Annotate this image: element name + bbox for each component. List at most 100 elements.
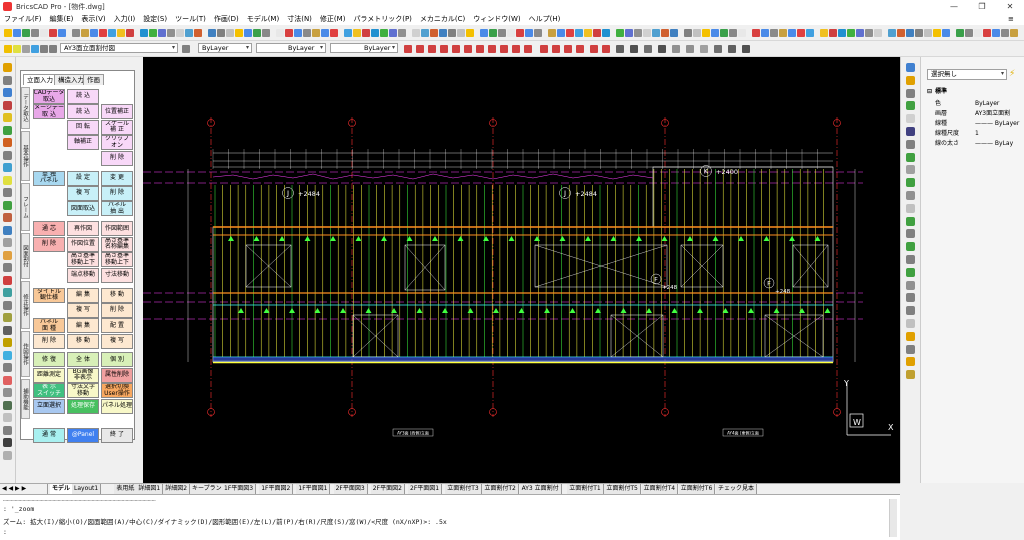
quick-select-icon[interactable]: ⚡: [1009, 69, 1015, 79]
modify-tool-icon[interactable]: [906, 344, 915, 354]
toolbar-icon[interactable]: [416, 45, 424, 53]
panel-button[interactable]: 属性削除: [101, 367, 133, 383]
panel-button[interactable]: 位置補正: [101, 104, 133, 120]
toolbar-icon[interactable]: [992, 29, 1000, 37]
layout-tab[interactable]: モデル: [50, 484, 74, 494]
modify-tool-icon[interactable]: [906, 63, 915, 72]
toolbar-icon[interactable]: [593, 29, 601, 37]
toolbar-icon[interactable]: [797, 29, 805, 37]
tool-icon[interactable]: [3, 413, 12, 422]
toolbar-icon[interactable]: [602, 45, 610, 53]
modify-tool-icon[interactable]: [906, 306, 915, 316]
modify-tool-icon[interactable]: [906, 280, 915, 290]
toolbar-icon[interactable]: [167, 29, 175, 37]
menu-item[interactable]: ウィンドウ(W): [473, 14, 520, 24]
layout-tab[interactable]: 立面割付T2: [482, 484, 519, 494]
panel-button[interactable]: 通 常: [33, 427, 65, 443]
panel-side-tab[interactable]: 補助機能: [21, 379, 30, 419]
toolbar-icon[interactable]: [40, 29, 48, 37]
toolbar-icon[interactable]: [700, 45, 708, 53]
toolbar-icon[interactable]: [500, 45, 508, 53]
toolbar-icon[interactable]: [702, 29, 710, 37]
tool-icon[interactable]: [3, 325, 12, 335]
toolbar-icon[interactable]: [540, 45, 548, 53]
selection-dropdown[interactable]: 選択無し ▾: [927, 69, 1007, 80]
toolbar-icon[interactable]: [634, 29, 642, 37]
property-row[interactable]: 色 ByLayer: [927, 99, 1023, 108]
toolbar-icon[interactable]: [564, 45, 572, 53]
panel-button[interactable]: 削 除: [33, 236, 65, 252]
tool-icon[interactable]: [3, 188, 12, 197]
tool-icon[interactable]: [3, 338, 12, 347]
toolbar-icon[interactable]: [217, 29, 225, 37]
toolbar-icon[interactable]: [22, 45, 30, 53]
toolbar-icon[interactable]: [303, 29, 311, 37]
panel-button[interactable]: CADデータ 取込: [33, 89, 65, 104]
menu-item[interactable]: モデル(M): [247, 14, 280, 24]
toolbar-icon[interactable]: [924, 29, 932, 37]
panel-tab[interactable]: 立面入力: [23, 74, 57, 85]
toolbar-icon[interactable]: [90, 29, 98, 37]
panel-button[interactable]: スケール 補 正: [101, 119, 133, 135]
menu-item[interactable]: ファイル(F): [4, 14, 42, 24]
menu-item[interactable]: 設定(S): [143, 14, 167, 24]
modify-tool-icon[interactable]: [906, 139, 915, 149]
modify-tool-icon[interactable]: [906, 101, 915, 111]
tool-icon[interactable]: [3, 425, 12, 435]
panel-button[interactable]: BG画像 非表示: [67, 367, 99, 383]
toolbar-icon[interactable]: [476, 45, 484, 53]
tool-icon[interactable]: [3, 238, 12, 247]
panel-button[interactable]: 編 集: [67, 318, 99, 334]
layer-dropdown[interactable]: AY3面立面割付図 ▾: [60, 43, 178, 53]
modify-tool-icon[interactable]: [906, 319, 915, 328]
toolbar-icon[interactable]: [643, 29, 651, 37]
toolbar-icon[interactable]: [865, 29, 873, 37]
tool-icon[interactable]: [3, 150, 12, 160]
toolbar-icon[interactable]: [253, 29, 261, 37]
toolbar-icon[interactable]: [856, 29, 864, 37]
toolbar-icon[interactable]: [31, 29, 39, 37]
layout-tab[interactable]: 表用紙: [114, 484, 138, 494]
toolbar-icon[interactable]: [788, 29, 796, 37]
panel-button[interactable]: 削 除: [101, 150, 133, 166]
toolbar-icon[interactable]: [498, 29, 506, 37]
modify-tool-icon[interactable]: [906, 114, 915, 124]
panel-side-tab[interactable]: データ取込: [21, 87, 30, 129]
modify-tool-icon[interactable]: [906, 203, 915, 213]
menu-item[interactable]: 表示(V): [81, 14, 105, 24]
modify-tool-icon[interactable]: [906, 229, 915, 239]
toolbar-icon[interactable]: [353, 29, 361, 37]
toolbar-icon[interactable]: [829, 29, 837, 37]
tool-icon[interactable]: [3, 363, 12, 372]
toolbar-icon[interactable]: [752, 29, 760, 37]
toolbar-icon[interactable]: [158, 29, 166, 37]
toolbar-icon[interactable]: [906, 29, 914, 37]
toolbar-icon[interactable]: [428, 45, 436, 53]
toolbar-icon[interactable]: [22, 29, 30, 37]
toolbar-icon[interactable]: [1001, 29, 1009, 37]
layout-tab[interactable]: AY3 立面割付: [519, 484, 562, 494]
panel-button[interactable]: タイトル 観仕様: [33, 287, 65, 303]
panel-button[interactable]: 作図位置: [67, 236, 99, 252]
tool-icon[interactable]: [3, 213, 12, 222]
toolbar-icon[interactable]: [652, 29, 660, 37]
layout-tab[interactable]: Layout1: [72, 484, 102, 494]
toolbar-icon[interactable]: [761, 29, 769, 37]
toolbar-icon[interactable]: [644, 45, 652, 53]
toolbar-icon[interactable]: [448, 29, 456, 37]
tool-icon[interactable]: [3, 300, 12, 310]
toolbar-icon[interactable]: [13, 45, 21, 53]
layout-tab[interactable]: 立面割付T4: [641, 484, 679, 494]
tool-icon[interactable]: [3, 113, 12, 122]
toolbar-icon[interactable]: [31, 45, 39, 53]
tool-icon[interactable]: [3, 63, 12, 72]
tool-icon[interactable]: [3, 450, 12, 460]
toolbar-icon[interactable]: [897, 29, 905, 37]
toolbar-icon[interactable]: [507, 29, 515, 37]
toolbar-icon[interactable]: [72, 29, 80, 37]
panel-side-tab[interactable]: フレーム: [21, 183, 30, 231]
panel-button[interactable]: 作図範囲: [101, 221, 133, 237]
toolbar-icon[interactable]: [108, 29, 116, 37]
menu-item[interactable]: 入力(I): [114, 14, 136, 24]
toolbar-icon[interactable]: [330, 29, 338, 37]
